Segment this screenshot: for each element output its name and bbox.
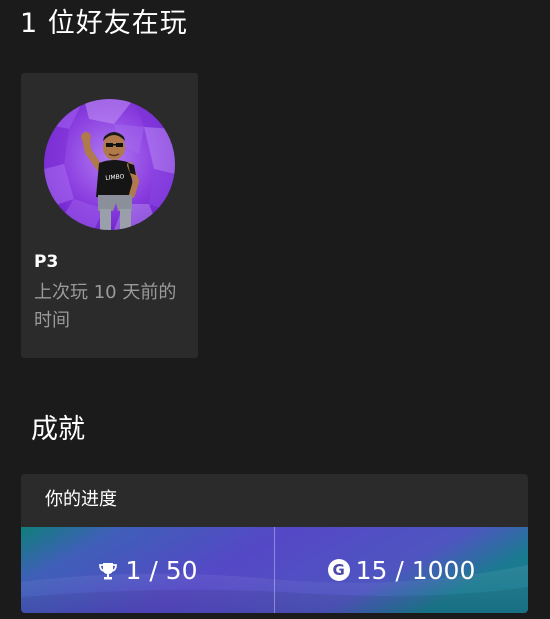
- progress-header: 你的进度: [45, 489, 117, 510]
- achievements-title: 成就: [31, 414, 85, 445]
- gamerscore-icon: G: [327, 559, 350, 581]
- friends-playing-title: 1 位好友在玩: [20, 8, 188, 39]
- avatar: LIMBO: [44, 99, 175, 230]
- friend-card[interactable]: LIMBO P3 上次玩 10 天前的时间: [21, 73, 198, 358]
- gamerscore-count: 15 / 1000: [355, 555, 476, 585]
- progress-band: 1 / 50 G 15 / 1000: [21, 527, 528, 613]
- achievements-count: 1 / 50: [125, 555, 198, 585]
- friend-gamertag: P3: [34, 252, 59, 272]
- game-detail-page: 1 位好友在玩 LIMBO P3 上次玩 10 天前的时间 成就 你的进度 1 …: [0, 0, 550, 619]
- friend-last-played: 上次玩 10 天前的时间: [34, 282, 177, 331]
- progress-card[interactable]: 你的进度 1 / 50 G 15 / 1000: [21, 474, 528, 613]
- trophy-icon: [97, 559, 119, 581]
- avatar-image: LIMBO: [44, 99, 175, 230]
- achievements-stat: 1 / 50: [21, 527, 274, 613]
- gamerscore-stat: G 15 / 1000: [275, 527, 528, 613]
